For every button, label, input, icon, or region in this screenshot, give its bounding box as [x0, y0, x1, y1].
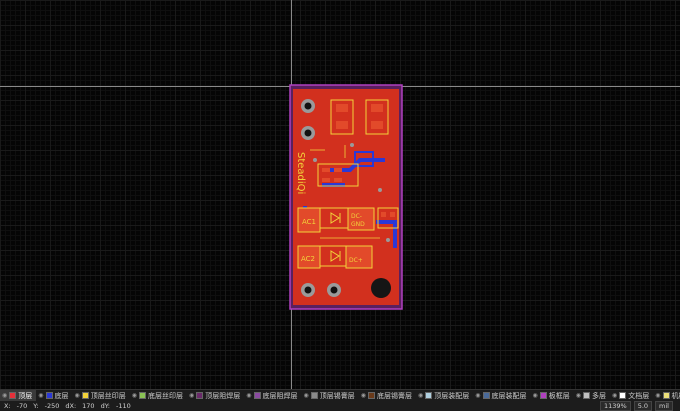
layer-label: 顶层丝印层	[90, 391, 126, 400]
layer-color-swatch	[9, 392, 17, 399]
layer-tab-9[interactable]: ◉ 底层装配层	[473, 390, 530, 401]
dy-value: -110	[116, 402, 131, 410]
x-coord-label: X:	[4, 402, 11, 410]
y-coord-value: -250	[44, 402, 60, 410]
layer-tab-1[interactable]: ◉ 底层	[36, 390, 72, 401]
layer-label: 底层阻焊层	[262, 391, 298, 400]
layer-tab-5[interactable]: ◉ 底层阻焊层	[244, 390, 301, 401]
status-bar: X: -70 Y: -250 dX: 170 dY: -110 1139% 5.…	[0, 401, 680, 411]
layer-label: 底层装配层	[491, 391, 527, 400]
layer-tab-0[interactable]: ◉ 顶层	[0, 390, 37, 401]
visibility-eye-icon[interactable]: ◉	[2, 392, 7, 399]
pad-dc-plus: DC+	[345, 245, 373, 269]
visibility-eye-icon[interactable]: ◉	[304, 392, 309, 399]
layer-label: 顶层	[18, 391, 33, 400]
layer-tab-11[interactable]: ◉ 多层	[574, 390, 610, 401]
visibility-eye-icon[interactable]: ◉	[475, 392, 480, 399]
visibility-eye-icon[interactable]: ◉	[612, 392, 617, 399]
layer-tab-8[interactable]: ◉ 顶层装配层	[416, 390, 473, 401]
layer-color-swatch	[583, 392, 590, 399]
visibility-eye-icon[interactable]: ◉	[655, 392, 660, 399]
layer-label: 多层	[592, 391, 606, 400]
layer-color-swatch	[539, 392, 547, 399]
layer-label: 顶层锡膏层	[319, 391, 355, 400]
layer-color-swatch	[253, 392, 261, 399]
svg-text:AC1: AC1	[302, 218, 316, 226]
layer-color-swatch	[196, 392, 204, 399]
layer-toolbar: ◉ 顶层 ◉ 底层 ◉ 顶层丝印层 ◉ 底层丝印层 ◉ 顶层阻焊层 ◉ 底层阻焊层 ◉ 顶层锡膏层 ◉ 底层锡…	[0, 389, 680, 401]
layer-color-swatch	[139, 392, 146, 399]
visibility-eye-icon[interactable]: ◉	[38, 392, 43, 399]
visibility-eye-icon[interactable]: ◉	[533, 392, 538, 399]
layer-tab-13[interactable]: ◉ 机械层	[653, 390, 680, 401]
layer-label: 文档层	[628, 391, 650, 400]
y-coord-label: Y:	[33, 402, 39, 410]
layer-color-swatch	[310, 392, 318, 399]
silkscreen-brand: SteadiQi	[295, 152, 306, 194]
layer-label: 底层丝印层	[148, 391, 183, 400]
visibility-eye-icon[interactable]: ◉	[418, 392, 423, 399]
layer-color-swatch	[482, 392, 490, 399]
svg-text:DC+: DC+	[349, 257, 363, 264]
layer-color-swatch	[425, 392, 433, 399]
svg-text:GND: GND	[351, 221, 365, 228]
layer-label: 顶层阻焊层	[205, 391, 241, 400]
layer-color-swatch	[45, 392, 53, 399]
dx-value: 170	[82, 402, 95, 410]
visibility-eye-icon[interactable]: ◉	[75, 392, 80, 399]
visibility-eye-icon[interactable]: ◉	[246, 392, 251, 399]
layer-label: 底层锡膏层	[377, 391, 412, 400]
layer-label: 机械层	[671, 391, 680, 400]
layer-tab-7[interactable]: ◉ 底层锡膏层	[359, 390, 416, 401]
x-coord-value: -70	[16, 402, 28, 410]
pad-dc-minus: DC- GND	[347, 207, 375, 231]
pad-ac1: AC1	[297, 207, 321, 233]
layer-tab-6[interactable]: ◉ 顶层锡膏层	[302, 390, 359, 401]
visibility-eye-icon[interactable]: ◉	[576, 392, 581, 399]
pcb-board[interactable]: SteadiQi AC1 AC2 DC- GND DC+	[0, 0, 680, 389]
pad-ac2: AC2	[297, 245, 321, 269]
layer-label: 顶层装配层	[434, 391, 470, 400]
mounting-hole	[371, 278, 391, 298]
dy-label: dY:	[100, 402, 110, 410]
pcb-canvas[interactable]: SteadiQi AC1 AC2 DC- GND DC+	[0, 0, 680, 389]
layer-tab-12[interactable]: ◉ 文档层	[610, 390, 653, 401]
layer-color-swatch	[368, 392, 375, 399]
visibility-eye-icon[interactable]: ◉	[361, 392, 366, 399]
unit-select[interactable]: mil	[655, 401, 673, 411]
layer-label: 板框层	[548, 391, 570, 400]
svg-text:DC-: DC-	[351, 213, 362, 220]
layer-tab-3[interactable]: ◉ 底层丝印层	[130, 390, 187, 401]
layer-color-swatch	[81, 392, 89, 399]
svg-text:AC2: AC2	[301, 255, 315, 263]
dx-label: dX:	[65, 402, 77, 410]
layer-tab-2[interactable]: ◉ 顶层丝印层	[73, 390, 130, 401]
layer-color-swatch	[662, 392, 670, 399]
visibility-eye-icon[interactable]: ◉	[132, 392, 137, 399]
layer-tab-4[interactable]: ◉ 顶层阻焊层	[187, 390, 244, 401]
layer-tab-10[interactable]: ◉ 板框层	[531, 390, 574, 401]
layer-color-swatch	[619, 392, 627, 399]
layer-label: 底层	[54, 391, 69, 400]
zoom-select[interactable]: 1139%	[599, 401, 631, 411]
visibility-eye-icon[interactable]: ◉	[189, 392, 194, 399]
grid-size-select[interactable]: 5.0	[633, 401, 653, 411]
